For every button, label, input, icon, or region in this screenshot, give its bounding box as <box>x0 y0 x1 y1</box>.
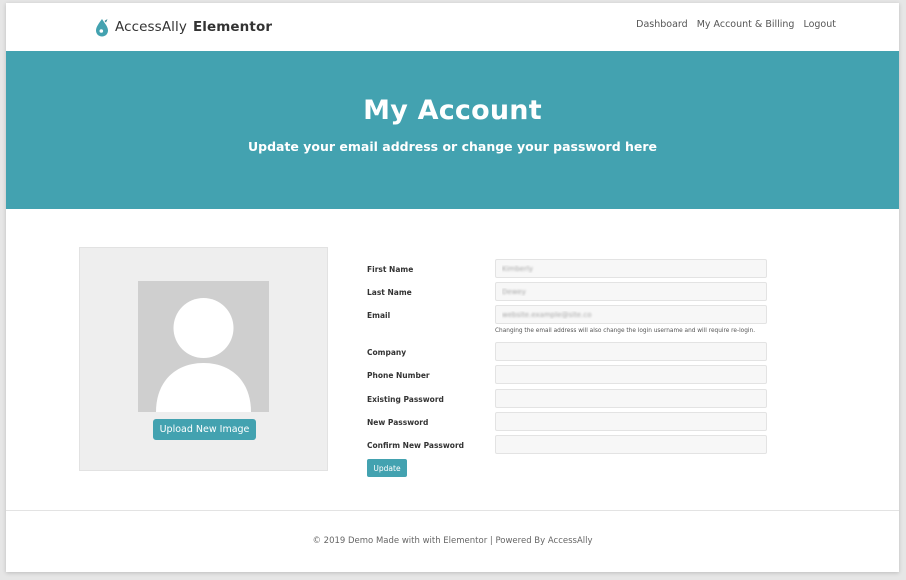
avatar <box>138 281 269 412</box>
existing-password-label: Existing Password <box>367 395 444 404</box>
update-button[interactable]: Update <box>367 459 407 477</box>
profile-image-panel: Upload New Image <box>79 247 328 471</box>
nav-link-my-account-billing[interactable]: My Account & Billing <box>697 19 795 30</box>
page-subtitle: Update your email address or change your… <box>247 139 658 154</box>
upload-new-image-button[interactable]: Upload New Image <box>153 419 256 440</box>
confirm-password-input[interactable] <box>495 435 767 454</box>
brand-name-regular: AccessAlly <box>115 19 187 35</box>
company-label: Company <box>367 348 407 357</box>
first-name-input[interactable] <box>495 259 767 278</box>
new-password-input[interactable] <box>495 412 767 431</box>
browser-page: AccessAlly Elementor Dashboard My Accoun… <box>6 3 899 572</box>
site-logo[interactable]: AccessAlly Elementor <box>95 16 272 38</box>
phone-number-input[interactable] <box>495 365 767 384</box>
last-name-label: Last Name <box>367 288 412 297</box>
phone-number-label: Phone Number <box>367 371 430 380</box>
brand-name-bold: Elementor <box>192 19 273 35</box>
existing-password-input[interactable] <box>495 389 767 408</box>
user-silhouette-icon <box>138 281 269 412</box>
email-label: Email <box>367 311 391 320</box>
page-title: My Account <box>363 95 542 126</box>
email-hint: Changing the email address will also cha… <box>495 328 756 334</box>
company-input[interactable] <box>495 342 767 361</box>
main-nav: Dashboard My Account & Billing Logout <box>636 19 836 30</box>
accessally-logo-icon <box>96 18 108 36</box>
footer-divider <box>6 510 899 511</box>
hero-banner: My Account Update your email address or … <box>6 51 899 209</box>
nav-link-logout[interactable]: Logout <box>803 19 836 30</box>
site-header: AccessAlly Elementor Dashboard My Accoun… <box>6 3 899 51</box>
email-input[interactable] <box>495 305 767 324</box>
last-name-input[interactable] <box>495 282 767 301</box>
site-footer: © 2019 Demo Made with with Elementor | P… <box>312 536 593 546</box>
first-name-label: First Name <box>367 265 414 274</box>
new-password-label: New Password <box>367 418 429 427</box>
nav-link-dashboard[interactable]: Dashboard <box>636 19 688 30</box>
confirm-password-label: Confirm New Password <box>367 441 465 450</box>
